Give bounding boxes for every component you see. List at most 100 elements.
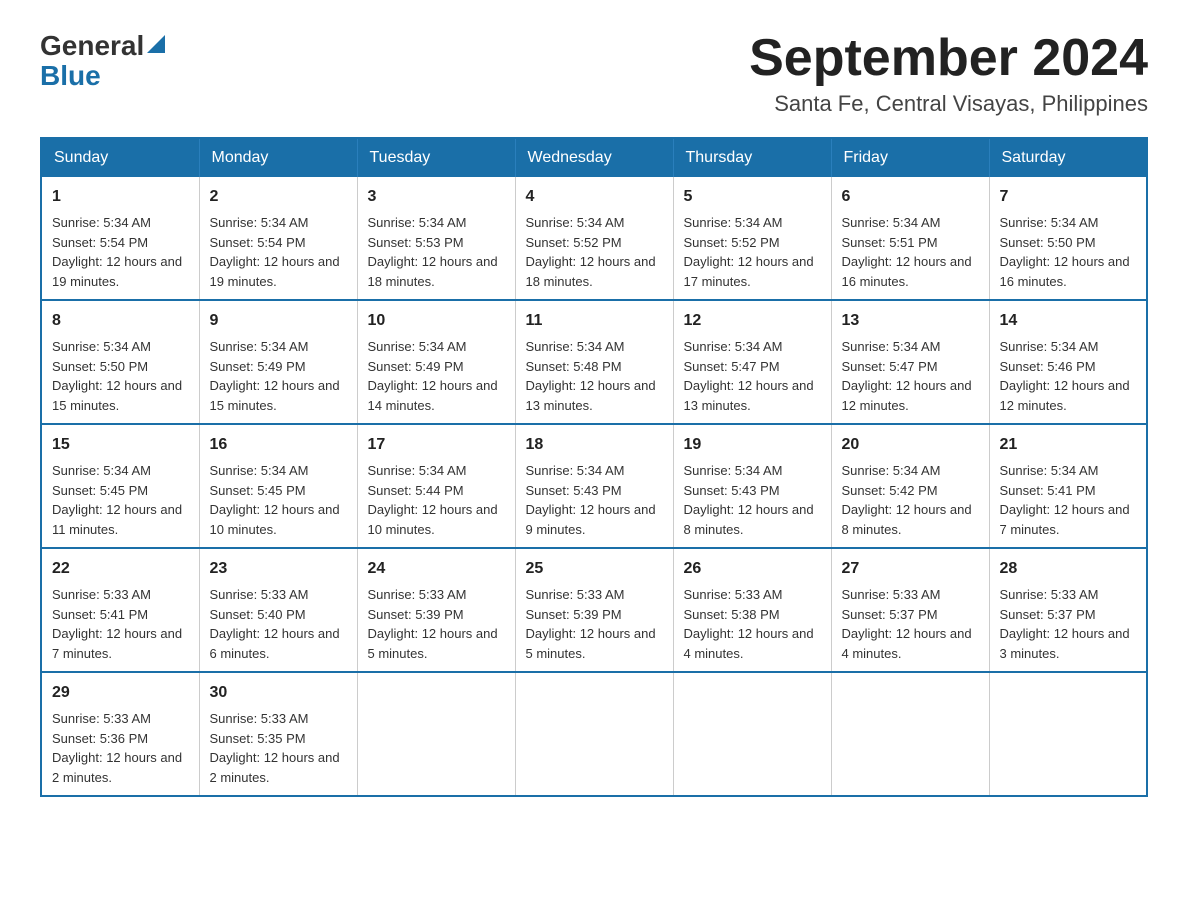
- daylight-text: Daylight: 12 hours and 4 minutes.: [842, 626, 972, 661]
- calendar-cell: 6 Sunrise: 5:34 AM Sunset: 5:51 PM Dayli…: [831, 177, 989, 300]
- sunrise-text: Sunrise: 5:34 AM: [210, 215, 309, 230]
- sunrise-text: Sunrise: 5:34 AM: [210, 339, 309, 354]
- calendar-cell: 29 Sunrise: 5:33 AM Sunset: 5:36 PM Dayl…: [41, 672, 199, 796]
- daylight-text: Daylight: 12 hours and 13 minutes.: [526, 378, 656, 413]
- day-number: 7: [1000, 185, 1137, 209]
- logo-general-text: General: [40, 30, 144, 62]
- sunrise-text: Sunrise: 5:34 AM: [368, 215, 467, 230]
- day-number: 13: [842, 309, 979, 333]
- sunset-text: Sunset: 5:47 PM: [842, 359, 938, 374]
- sunrise-text: Sunrise: 5:33 AM: [1000, 587, 1099, 602]
- daylight-text: Daylight: 12 hours and 16 minutes.: [1000, 254, 1130, 289]
- calendar-cell: [357, 672, 515, 796]
- calendar-cell: 13 Sunrise: 5:34 AM Sunset: 5:47 PM Dayl…: [831, 300, 989, 424]
- sunset-text: Sunset: 5:43 PM: [526, 483, 622, 498]
- day-number: 19: [684, 433, 821, 457]
- calendar-cell: 27 Sunrise: 5:33 AM Sunset: 5:37 PM Dayl…: [831, 548, 989, 672]
- sunrise-text: Sunrise: 5:33 AM: [210, 711, 309, 726]
- daylight-text: Daylight: 12 hours and 13 minutes.: [684, 378, 814, 413]
- daylight-text: Daylight: 12 hours and 12 minutes.: [1000, 378, 1130, 413]
- daylight-text: Daylight: 12 hours and 2 minutes.: [210, 750, 340, 785]
- daylight-text: Daylight: 12 hours and 7 minutes.: [52, 626, 182, 661]
- sunrise-text: Sunrise: 5:34 AM: [1000, 463, 1099, 478]
- page-header: General Blue September 2024 Santa Fe, Ce…: [40, 30, 1148, 117]
- day-number: 9: [210, 309, 347, 333]
- calendar-cell: 11 Sunrise: 5:34 AM Sunset: 5:48 PM Dayl…: [515, 300, 673, 424]
- calendar-cell: 23 Sunrise: 5:33 AM Sunset: 5:40 PM Dayl…: [199, 548, 357, 672]
- sunset-text: Sunset: 5:40 PM: [210, 607, 306, 622]
- sunset-text: Sunset: 5:48 PM: [526, 359, 622, 374]
- calendar-cell: 24 Sunrise: 5:33 AM Sunset: 5:39 PM Dayl…: [357, 548, 515, 672]
- sunset-text: Sunset: 5:45 PM: [52, 483, 148, 498]
- day-number: 17: [368, 433, 505, 457]
- day-number: 5: [684, 185, 821, 209]
- day-number: 11: [526, 309, 663, 333]
- calendar-cell: [673, 672, 831, 796]
- calendar-cell: 16 Sunrise: 5:34 AM Sunset: 5:45 PM Dayl…: [199, 424, 357, 548]
- sunrise-text: Sunrise: 5:34 AM: [52, 339, 151, 354]
- sunrise-text: Sunrise: 5:34 AM: [526, 215, 625, 230]
- calendar-cell: 25 Sunrise: 5:33 AM Sunset: 5:39 PM Dayl…: [515, 548, 673, 672]
- calendar-cell: 12 Sunrise: 5:34 AM Sunset: 5:47 PM Dayl…: [673, 300, 831, 424]
- calendar-cell: 17 Sunrise: 5:34 AM Sunset: 5:44 PM Dayl…: [357, 424, 515, 548]
- calendar-cell: 4 Sunrise: 5:34 AM Sunset: 5:52 PM Dayli…: [515, 177, 673, 300]
- daylight-text: Daylight: 12 hours and 18 minutes.: [368, 254, 498, 289]
- sunset-text: Sunset: 5:39 PM: [368, 607, 464, 622]
- daylight-text: Daylight: 12 hours and 17 minutes.: [684, 254, 814, 289]
- daylight-text: Daylight: 12 hours and 8 minutes.: [842, 502, 972, 537]
- weekday-header-tuesday: Tuesday: [357, 138, 515, 177]
- weekday-header-row: SundayMondayTuesdayWednesdayThursdayFrid…: [41, 138, 1147, 177]
- calendar-week-4: 22 Sunrise: 5:33 AM Sunset: 5:41 PM Dayl…: [41, 548, 1147, 672]
- day-number: 1: [52, 185, 189, 209]
- sunrise-text: Sunrise: 5:33 AM: [684, 587, 783, 602]
- day-number: 30: [210, 681, 347, 705]
- sunrise-text: Sunrise: 5:34 AM: [842, 339, 941, 354]
- day-number: 20: [842, 433, 979, 457]
- sunrise-text: Sunrise: 5:34 AM: [684, 215, 783, 230]
- sunrise-text: Sunrise: 5:34 AM: [526, 339, 625, 354]
- sunrise-text: Sunrise: 5:33 AM: [842, 587, 941, 602]
- calendar-cell: 15 Sunrise: 5:34 AM Sunset: 5:45 PM Dayl…: [41, 424, 199, 548]
- calendar-title: September 2024: [749, 30, 1148, 87]
- calendar-cell: 20 Sunrise: 5:34 AM Sunset: 5:42 PM Dayl…: [831, 424, 989, 548]
- day-number: 25: [526, 557, 663, 581]
- calendar-cell: [989, 672, 1147, 796]
- weekday-header-saturday: Saturday: [989, 138, 1147, 177]
- sunrise-text: Sunrise: 5:34 AM: [842, 215, 941, 230]
- calendar-cell: 14 Sunrise: 5:34 AM Sunset: 5:46 PM Dayl…: [989, 300, 1147, 424]
- daylight-text: Daylight: 12 hours and 19 minutes.: [210, 254, 340, 289]
- daylight-text: Daylight: 12 hours and 15 minutes.: [210, 378, 340, 413]
- sunset-text: Sunset: 5:41 PM: [1000, 483, 1096, 498]
- logo-blue-text: Blue: [40, 60, 165, 92]
- calendar-cell: 21 Sunrise: 5:34 AM Sunset: 5:41 PM Dayl…: [989, 424, 1147, 548]
- day-number: 2: [210, 185, 347, 209]
- sunset-text: Sunset: 5:38 PM: [684, 607, 780, 622]
- sunrise-text: Sunrise: 5:33 AM: [526, 587, 625, 602]
- calendar-table: SundayMondayTuesdayWednesdayThursdayFrid…: [40, 137, 1148, 797]
- sunrise-text: Sunrise: 5:34 AM: [842, 463, 941, 478]
- day-number: 4: [526, 185, 663, 209]
- sunrise-text: Sunrise: 5:34 AM: [52, 463, 151, 478]
- daylight-text: Daylight: 12 hours and 8 minutes.: [684, 502, 814, 537]
- daylight-text: Daylight: 12 hours and 9 minutes.: [526, 502, 656, 537]
- weekday-header-wednesday: Wednesday: [515, 138, 673, 177]
- sunset-text: Sunset: 5:39 PM: [526, 607, 622, 622]
- day-number: 12: [684, 309, 821, 333]
- daylight-text: Daylight: 12 hours and 3 minutes.: [1000, 626, 1130, 661]
- sunset-text: Sunset: 5:54 PM: [52, 235, 148, 250]
- calendar-cell: 7 Sunrise: 5:34 AM Sunset: 5:50 PM Dayli…: [989, 177, 1147, 300]
- day-number: 29: [52, 681, 189, 705]
- day-number: 6: [842, 185, 979, 209]
- day-number: 15: [52, 433, 189, 457]
- sunset-text: Sunset: 5:45 PM: [210, 483, 306, 498]
- calendar-cell: [515, 672, 673, 796]
- sunset-text: Sunset: 5:50 PM: [1000, 235, 1096, 250]
- day-number: 3: [368, 185, 505, 209]
- sunset-text: Sunset: 5:41 PM: [52, 607, 148, 622]
- day-number: 16: [210, 433, 347, 457]
- day-number: 22: [52, 557, 189, 581]
- daylight-text: Daylight: 12 hours and 16 minutes.: [842, 254, 972, 289]
- sunset-text: Sunset: 5:36 PM: [52, 731, 148, 746]
- sunset-text: Sunset: 5:54 PM: [210, 235, 306, 250]
- day-number: 8: [52, 309, 189, 333]
